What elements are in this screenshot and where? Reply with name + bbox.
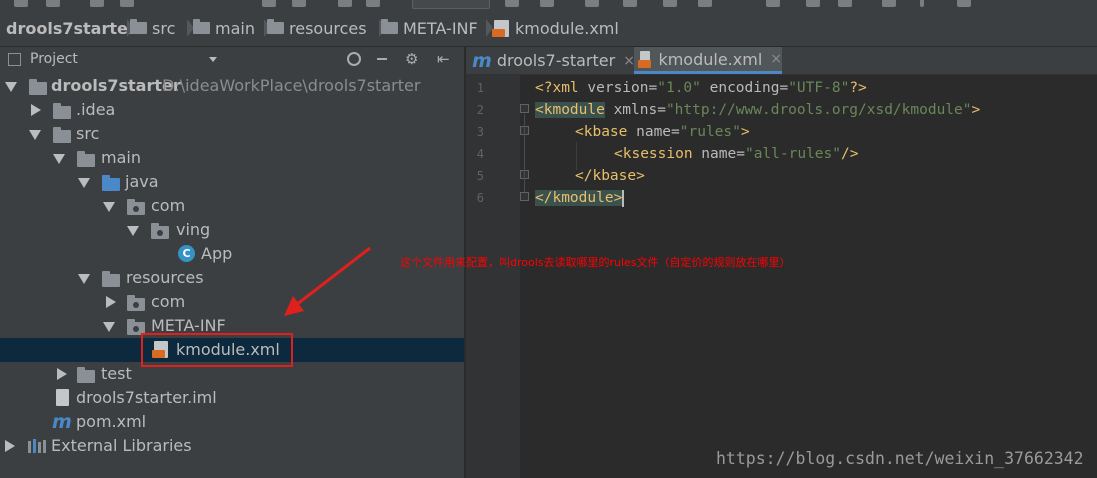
annotation-arrow [295,246,371,307]
arrow-head-icon [284,296,304,316]
annotation-text: 这个文件用来配置，叫drools去读取哪里的rules文件（自定价的规则放在哪里… [400,256,791,269]
highlight-box [141,333,293,367]
watermark: https://blog.csdn.net/weixin_37662342 [716,449,1084,468]
annotation-overlay [141,246,371,367]
